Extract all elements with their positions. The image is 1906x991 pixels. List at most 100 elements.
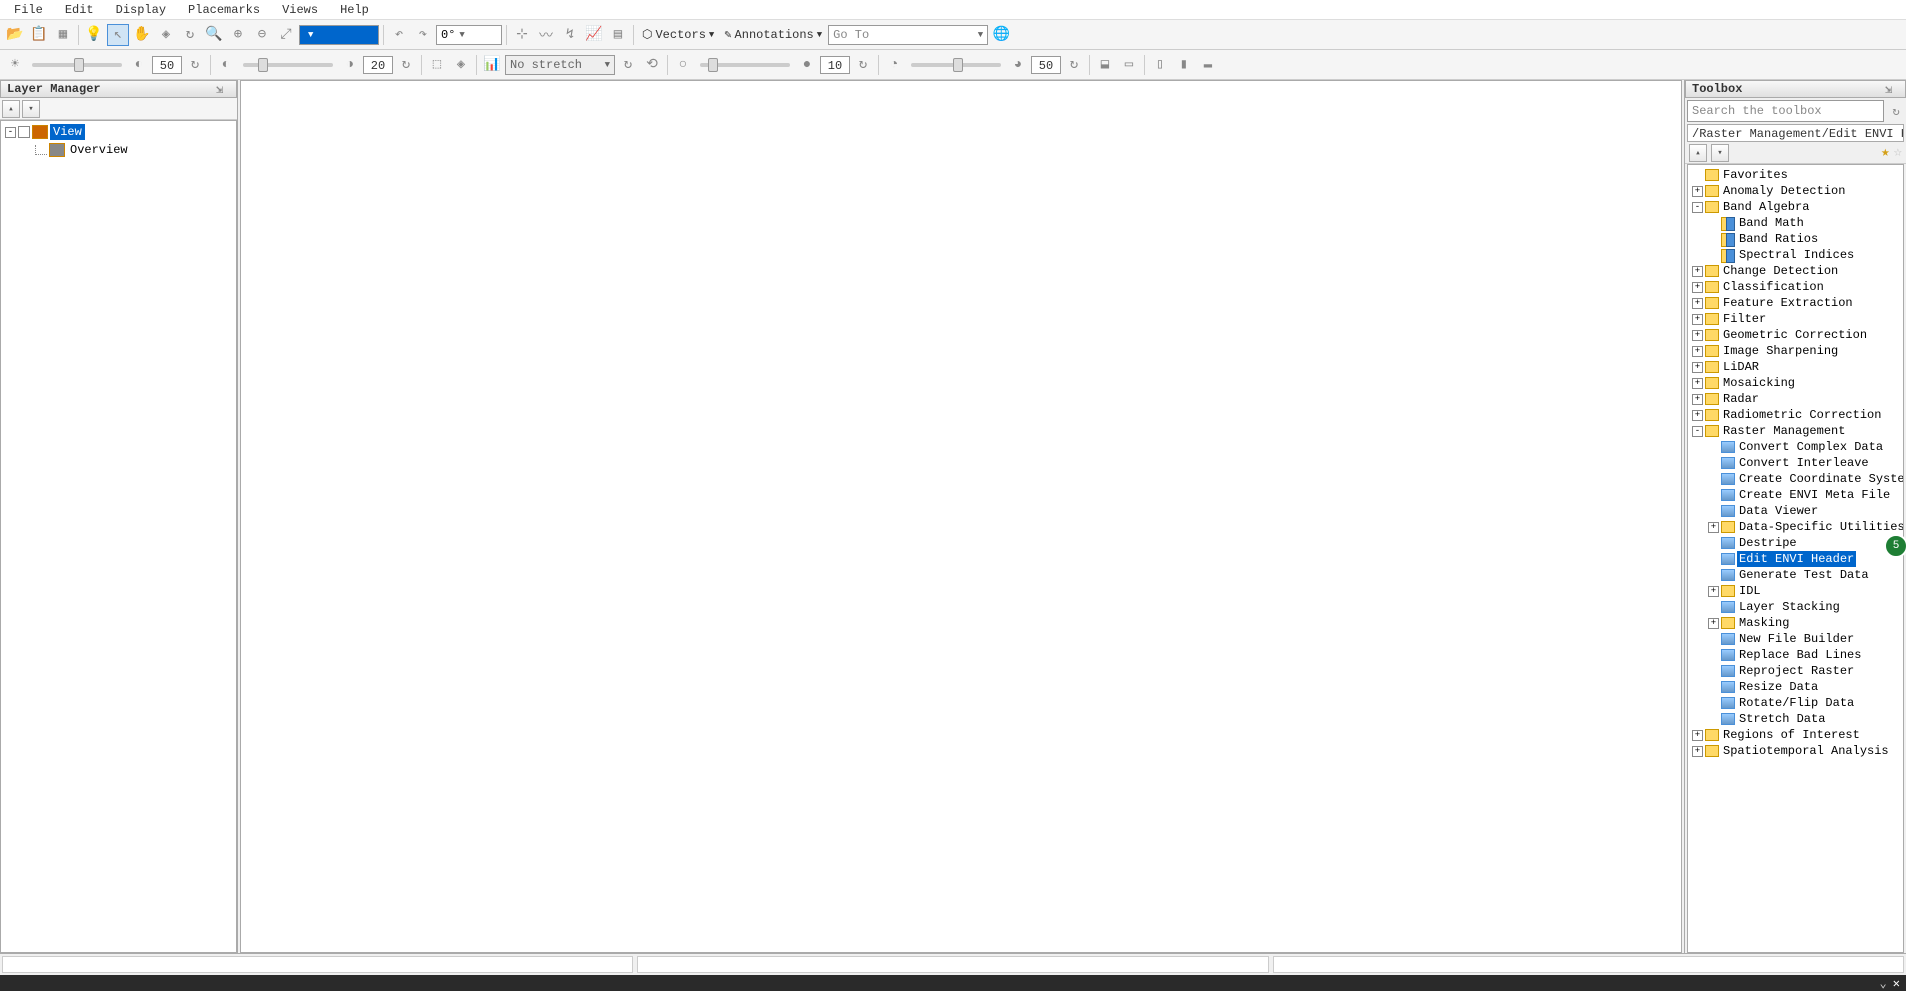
- expand-all-button[interactable]: ▾: [1711, 144, 1729, 162]
- transparency-value[interactable]: 50: [1031, 56, 1061, 74]
- floating-badge[interactable]: 5: [1884, 534, 1906, 558]
- toolbox-item-label[interactable]: Reproject Raster: [1737, 663, 1856, 679]
- expander-icon[interactable]: +: [1692, 378, 1703, 389]
- toolbox-node[interactable]: Layer Stacking: [1706, 599, 1903, 615]
- crosshairs-icon[interactable]: ⊹: [511, 24, 533, 46]
- toolbox-node[interactable]: Band Math: [1706, 215, 1903, 231]
- zoom-level-selector[interactable]: ▼: [299, 25, 379, 45]
- view-swipe-icon[interactable]: ▮: [1173, 54, 1195, 76]
- toolbox-node[interactable]: Reproject Raster: [1706, 663, 1903, 679]
- toolbox-item-label[interactable]: IDL: [1737, 583, 1763, 599]
- toolbox-item-label[interactable]: Rotate/Flip Data: [1737, 695, 1856, 711]
- pin-icon[interactable]: ⇲: [216, 82, 230, 96]
- toolbox-node[interactable]: +Masking: [1706, 615, 1903, 631]
- mensuration-icon[interactable]: ↯: [559, 24, 581, 46]
- tree-root-view[interactable]: - View: [3, 123, 234, 141]
- expander-icon[interactable]: +: [1692, 394, 1703, 405]
- toolbox-tree[interactable]: Favorites+Anomaly Detection-Band Algebra…: [1687, 164, 1904, 953]
- vectors-dropdown[interactable]: ⬡ Vectors ▼: [638, 27, 718, 42]
- toolbox-node[interactable]: +LiDAR: [1690, 359, 1903, 375]
- toolbox-item-label[interactable]: Geometric Correction: [1721, 327, 1869, 343]
- open-file-icon[interactable]: 📂: [4, 24, 26, 46]
- contrast-slider[interactable]: [243, 63, 333, 67]
- geobrowser-icon[interactable]: 🌐: [990, 24, 1012, 46]
- histogram-icon[interactable]: 📊: [481, 54, 503, 76]
- data-manager-icon[interactable]: 📋: [28, 24, 50, 46]
- toolbox-item-label[interactable]: Layer Stacking: [1737, 599, 1842, 615]
- toolbox-node[interactable]: +Feature Extraction: [1690, 295, 1903, 311]
- toolbox-node[interactable]: +Radiometric Correction: [1690, 407, 1903, 423]
- toolbox-node[interactable]: Favorites: [1690, 167, 1903, 183]
- toolbox-node[interactable]: Edit ENVI Header: [1706, 551, 1903, 567]
- expander-icon[interactable]: +: [1692, 346, 1703, 357]
- toolbox-item-label[interactable]: Convert Complex Data: [1737, 439, 1885, 455]
- toolbox-node[interactable]: Convert Complex Data: [1706, 439, 1903, 455]
- expander-icon[interactable]: +: [1708, 522, 1719, 533]
- toolbox-node[interactable]: + Geometric Correction: [1690, 327, 1903, 343]
- toolbox-node[interactable]: + Mosaicking: [1690, 375, 1903, 391]
- toolbox-item-label[interactable]: Favorites: [1721, 167, 1790, 183]
- toolbox-node[interactable]: +Spatiotemporal Analysis: [1690, 743, 1903, 759]
- expander-icon[interactable]: +: [1692, 730, 1703, 741]
- toolbox-item-label[interactable]: Raster Management: [1721, 423, 1847, 439]
- goto-input[interactable]: Go To ▼: [828, 25, 988, 45]
- toolbox-node[interactable]: + Filter: [1690, 311, 1903, 327]
- toolbox-node[interactable]: Data Viewer: [1706, 503, 1903, 519]
- toolbox-item-label[interactable]: Resize Data: [1737, 679, 1820, 695]
- toolbox-item-label[interactable]: New File Builder: [1737, 631, 1856, 647]
- density-slice-icon[interactable]: ▤: [607, 24, 629, 46]
- toolbox-item-label[interactable]: Mosaicking: [1721, 375, 1797, 391]
- toolbox-item-label[interactable]: Data-Specific Utilities: [1737, 519, 1904, 535]
- pin-icon[interactable]: ⇲: [1885, 82, 1899, 96]
- stretch-viewextent-icon[interactable]: ◈: [450, 54, 472, 76]
- menu-help[interactable]: Help: [330, 1, 379, 19]
- toolbox-node[interactable]: Create ENVI Meta File: [1706, 487, 1903, 503]
- refresh-icon[interactable]: ↻: [395, 54, 417, 76]
- toolbox-node[interactable]: +Change Detection: [1690, 263, 1903, 279]
- toolbox-item-label[interactable]: Replace Bad Lines: [1737, 647, 1863, 663]
- toolbox-item-label[interactable]: Create Coordinate System St: [1737, 471, 1904, 487]
- collapse-all-button[interactable]: ▴: [2, 100, 20, 118]
- toolbox-node[interactable]: Stretch Data: [1706, 711, 1903, 727]
- refresh-icon[interactable]: ↻: [852, 54, 874, 76]
- toolbox-item-label[interactable]: Spatiotemporal Analysis: [1721, 743, 1891, 759]
- menu-edit[interactable]: Edit: [55, 1, 104, 19]
- toolbox-item-label[interactable]: Band Algebra: [1721, 199, 1811, 215]
- zoom-extent-icon[interactable]: ⤢: [275, 24, 297, 46]
- toolbox-node[interactable]: Create Coordinate System St: [1706, 471, 1903, 487]
- refresh-icon[interactable]: ↻: [1063, 54, 1085, 76]
- portal-icon[interactable]: ⬓: [1094, 54, 1116, 76]
- toolbox-node[interactable]: -Band Algebra: [1690, 199, 1903, 215]
- rotate-left-icon[interactable]: ↶: [388, 24, 410, 46]
- zoom-in-icon[interactable]: ⊕: [227, 24, 249, 46]
- view-label[interactable]: View: [50, 124, 85, 140]
- toolbox-item-label[interactable]: Filter: [1721, 311, 1768, 327]
- search-refresh-icon[interactable]: ↻: [1886, 101, 1906, 121]
- layer-tree[interactable]: - View Overview: [0, 120, 237, 953]
- view-blend-icon[interactable]: ▭: [1118, 54, 1140, 76]
- zoom-out-icon[interactable]: ⊖: [251, 24, 273, 46]
- expander-icon[interactable]: +: [1692, 330, 1703, 341]
- toolbox-node[interactable]: Spectral Indices: [1706, 247, 1903, 263]
- collapse-all-button[interactable]: ▴: [1689, 144, 1707, 162]
- expander-icon[interactable]: +: [1692, 362, 1703, 373]
- brightness-value[interactable]: 50: [152, 56, 182, 74]
- toolbox-node[interactable]: +Radar: [1690, 391, 1903, 407]
- sharpen-slider[interactable]: [700, 63, 790, 67]
- expander-icon[interactable]: +: [1708, 618, 1719, 629]
- toolbox-node[interactable]: Generate Test Data: [1706, 567, 1903, 583]
- add-favorite-icon[interactable]: ★: [1881, 144, 1889, 161]
- expander-icon[interactable]: +: [1708, 586, 1719, 597]
- view-single-icon[interactable]: ▬: [1197, 54, 1219, 76]
- rotate-tool-icon[interactable]: ↻: [179, 24, 201, 46]
- visibility-checkbox[interactable]: [18, 126, 30, 138]
- transparency-low-icon[interactable]: ◔: [883, 54, 905, 76]
- expander-icon[interactable]: +: [1692, 314, 1703, 325]
- zoom-tool-icon[interactable]: 🔍: [203, 24, 225, 46]
- sharpen-low-icon[interactable]: ○: [672, 54, 694, 76]
- annotations-dropdown[interactable]: ✎ Annotations ▼: [720, 27, 826, 42]
- toolbox-search-input[interactable]: Search the toolbox: [1687, 100, 1884, 122]
- toolbox-node[interactable]: +Classification: [1690, 279, 1903, 295]
- collapse-icon[interactable]: -: [5, 127, 16, 138]
- menu-placemarks[interactable]: Placemarks: [178, 1, 270, 19]
